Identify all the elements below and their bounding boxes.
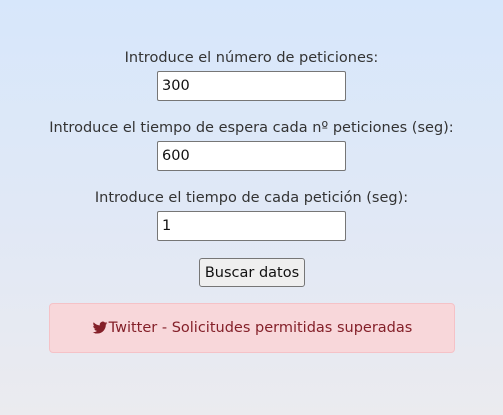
- wait-time-input[interactable]: [157, 141, 346, 171]
- requests-label: Introduce el número de peticiones:: [124, 50, 379, 66]
- twitter-icon: [92, 320, 108, 336]
- request-time-label: Introduce el tiempo de cada petición (se…: [94, 190, 409, 206]
- rate-limit-alert: Twitter - Solicitudes permitidas superad…: [49, 303, 455, 353]
- alert-text: Twitter - Solicitudes permitidas superad…: [108, 320, 413, 336]
- wait-time-label: Introduce el tiempo de espera cada nº pe…: [49, 120, 454, 136]
- search-data-button[interactable]: Buscar datos: [199, 258, 305, 287]
- requests-input[interactable]: [157, 71, 346, 101]
- request-time-input[interactable]: [157, 211, 346, 241]
